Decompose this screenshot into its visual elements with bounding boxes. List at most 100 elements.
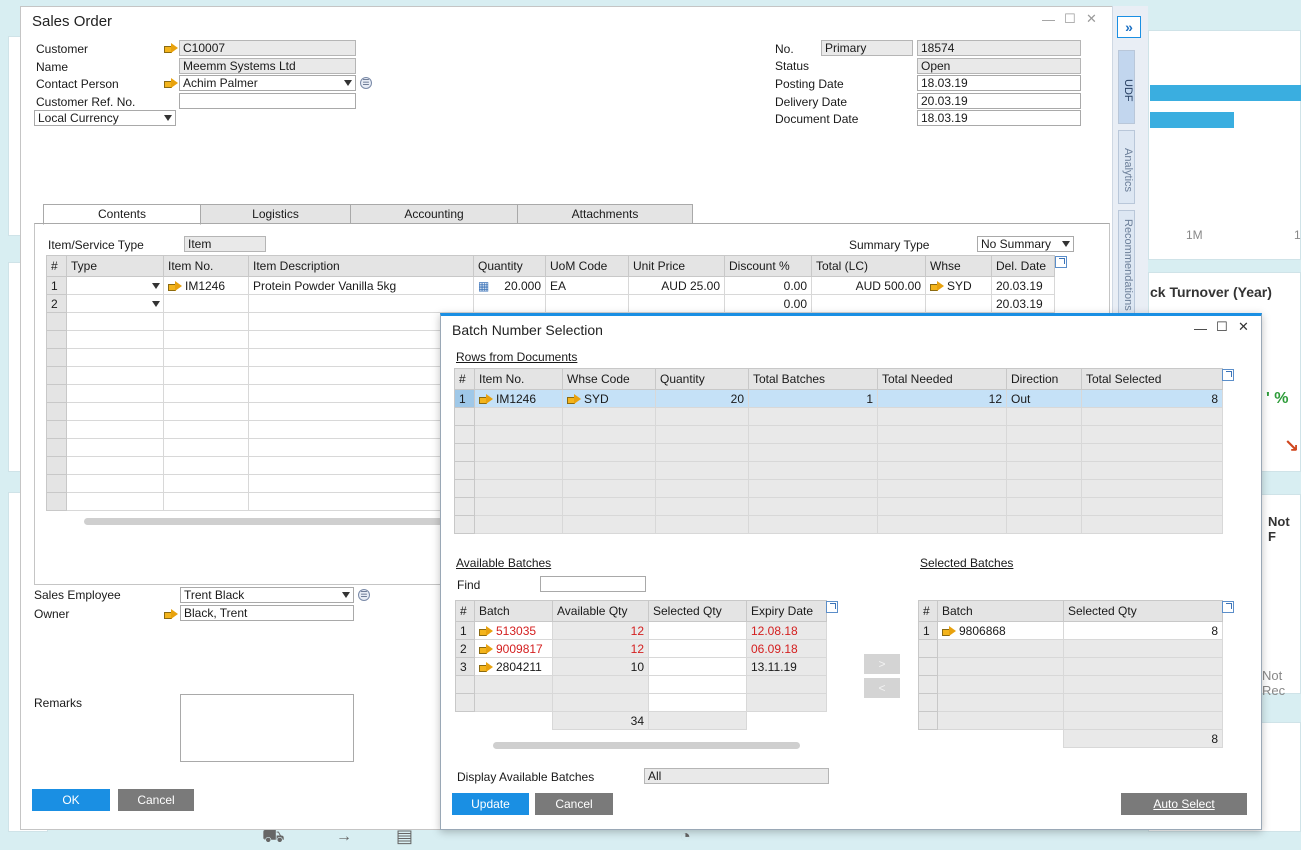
del-date-cell[interactable]: 20.03.19 xyxy=(991,294,1055,313)
col-header-type[interactable]: Type xyxy=(66,255,164,277)
total-selected-cell[interactable]: 8 xyxy=(1081,389,1223,408)
table-row[interactable]: 1 9806868 8 xyxy=(918,621,1223,640)
item-type-field[interactable]: Item xyxy=(184,236,266,252)
col-header-expiry-date[interactable]: Expiry Date xyxy=(746,600,827,622)
batch-cell[interactable]: 9806868 xyxy=(937,621,1064,640)
item-desc-cell[interactable] xyxy=(248,294,474,313)
expand-rows-grid-icon[interactable] xyxy=(1222,369,1234,381)
col-header-uom[interactable]: UoM Code xyxy=(545,255,629,277)
available-horizontal-scrollbar[interactable] xyxy=(493,742,800,749)
item-no-cell[interactable]: IM1246 xyxy=(163,276,249,295)
auto-select-button[interactable]: Auto Select xyxy=(1121,793,1247,815)
whse-cell[interactable]: SYD xyxy=(925,276,992,295)
col-header-del-date[interactable]: Del. Date xyxy=(991,255,1055,277)
sales-employee-dropdown[interactable]: Trent Black xyxy=(180,587,354,603)
row-number[interactable]: 1 xyxy=(455,621,475,640)
col-header-num[interactable]: # xyxy=(918,600,938,622)
delivery-date-field[interactable]: 20.03.19 xyxy=(917,93,1081,109)
item-link-arrow-icon[interactable] xyxy=(479,393,493,404)
expiry-date-cell[interactable]: 13.11.19 xyxy=(746,657,827,676)
uom-cell[interactable] xyxy=(545,294,629,313)
move-right-button[interactable]: > xyxy=(864,654,900,674)
col-header-discount[interactable]: Discount % xyxy=(724,255,812,277)
col-header-unit-price[interactable]: Unit Price xyxy=(628,255,725,277)
whse-link-arrow-icon[interactable] xyxy=(930,280,944,291)
maximize-icon[interactable]: ☐ xyxy=(1064,11,1076,27)
expiry-date-cell[interactable]: 06.09.18 xyxy=(746,639,827,658)
batch-link-arrow-icon[interactable] xyxy=(479,661,493,672)
series-field[interactable]: Primary xyxy=(821,40,913,56)
row-number[interactable]: 1 xyxy=(46,276,67,295)
selected-qty-cell[interactable]: 8 xyxy=(1063,621,1223,640)
selected-qty-cell[interactable] xyxy=(648,621,747,640)
uom-cell[interactable]: EA xyxy=(545,276,629,295)
expand-available-grid-icon[interactable] xyxy=(826,601,838,613)
selected-qty-cell[interactable] xyxy=(648,657,747,676)
table-row[interactable]: 1 IM1246 SYD 20 1 12 Out 8 xyxy=(454,389,1223,408)
display-available-field[interactable]: All xyxy=(644,768,829,784)
tab-attachments[interactable]: Attachments xyxy=(517,204,693,224)
tab-accounting[interactable]: Accounting xyxy=(350,204,518,224)
dialog-close-icon[interactable]: ✕ xyxy=(1238,319,1249,335)
contact-person-dropdown[interactable]: Achim Palmer xyxy=(179,75,356,91)
customer-field[interactable]: C10007 xyxy=(179,40,356,56)
batch-cell[interactable]: 2804211 xyxy=(474,657,553,676)
available-qty-cell[interactable]: 12 xyxy=(552,639,649,658)
item-no-cell[interactable] xyxy=(163,294,249,313)
batch-cell[interactable]: 9009817 xyxy=(474,639,553,658)
status-field[interactable]: Open xyxy=(917,58,1081,74)
batch-link-arrow-icon[interactable] xyxy=(942,625,956,636)
summary-type-dropdown[interactable]: No Summary xyxy=(977,236,1074,252)
name-field[interactable]: Meemm Systems Ltd xyxy=(179,58,356,74)
col-header-item-no[interactable]: Item No. xyxy=(474,368,563,390)
col-header-available-qty[interactable]: Available Qty xyxy=(552,600,649,622)
quantity-cell[interactable]: ▦ 20.000 xyxy=(473,276,546,295)
expiry-date-cell[interactable]: 12.08.18 xyxy=(746,621,827,640)
total-needed-cell[interactable]: 12 xyxy=(877,389,1007,408)
col-header-num[interactable]: # xyxy=(46,255,67,277)
col-header-num[interactable]: # xyxy=(454,368,475,390)
batch-link-arrow-icon[interactable] xyxy=(479,643,493,654)
type-cell[interactable] xyxy=(66,276,164,295)
collapse-side-panel-button[interactable]: » xyxy=(1117,16,1141,38)
remarks-textarea[interactable] xyxy=(180,694,354,762)
tab-logistics[interactable]: Logistics xyxy=(200,204,351,224)
document-date-field[interactable]: 18.03.19 xyxy=(917,110,1081,126)
col-header-whse[interactable]: Whse xyxy=(925,255,992,277)
row-number[interactable]: 1 xyxy=(918,621,938,640)
calculator-icon[interactable]: ▦ xyxy=(478,279,489,293)
customer-link-arrow-icon[interactable] xyxy=(164,43,178,53)
side-tab-recommendations[interactable]: Recommendations xyxy=(1118,210,1135,314)
tab-contents[interactable]: Contents xyxy=(43,204,201,225)
col-header-batch[interactable]: Batch xyxy=(474,600,553,622)
quantity-cell[interactable] xyxy=(473,294,546,313)
item-no-cell[interactable]: IM1246 xyxy=(474,389,563,408)
available-qty-cell[interactable]: 12 xyxy=(552,621,649,640)
row-number[interactable]: 2 xyxy=(46,294,67,313)
col-header-total-needed[interactable]: Total Needed xyxy=(877,368,1007,390)
row-number[interactable]: 3 xyxy=(455,657,475,676)
quantity-cell[interactable]: 20 xyxy=(655,389,749,408)
dialog-maximize-icon[interactable]: ☐ xyxy=(1216,319,1228,335)
find-input[interactable] xyxy=(540,576,646,592)
col-header-item-no[interactable]: Item No. xyxy=(163,255,249,277)
discount-cell[interactable]: 0.00 xyxy=(724,294,812,313)
col-header-direction[interactable]: Direction xyxy=(1006,368,1082,390)
side-tab-analytics[interactable]: Analytics xyxy=(1118,130,1135,204)
whse-link-arrow-icon[interactable] xyxy=(567,393,581,404)
total-batches-cell[interactable]: 1 xyxy=(748,389,878,408)
contact-link-arrow-icon[interactable] xyxy=(164,78,178,88)
table-row[interactable]: 2 0.00 20.03.19 xyxy=(46,294,1055,313)
col-header-total[interactable]: Total (LC) xyxy=(811,255,926,277)
employee-info-icon[interactable]: ☰ xyxy=(358,589,370,601)
whse-code-cell[interactable]: SYD xyxy=(562,389,656,408)
table-row[interactable]: 2 9009817 12 06.09.18 xyxy=(455,639,827,658)
ok-button[interactable]: OK xyxy=(32,789,110,811)
discount-cell[interactable]: 0.00 xyxy=(724,276,812,295)
col-header-total-batches[interactable]: Total Batches xyxy=(748,368,878,390)
total-cell[interactable] xyxy=(811,294,926,313)
row-number[interactable]: 1 xyxy=(454,389,475,408)
side-tab-udf[interactable]: UDF xyxy=(1118,50,1135,124)
item-desc-cell[interactable]: Protein Powder Vanilla 5kg xyxy=(248,276,474,295)
currency-dropdown[interactable]: Local Currency xyxy=(34,110,176,126)
